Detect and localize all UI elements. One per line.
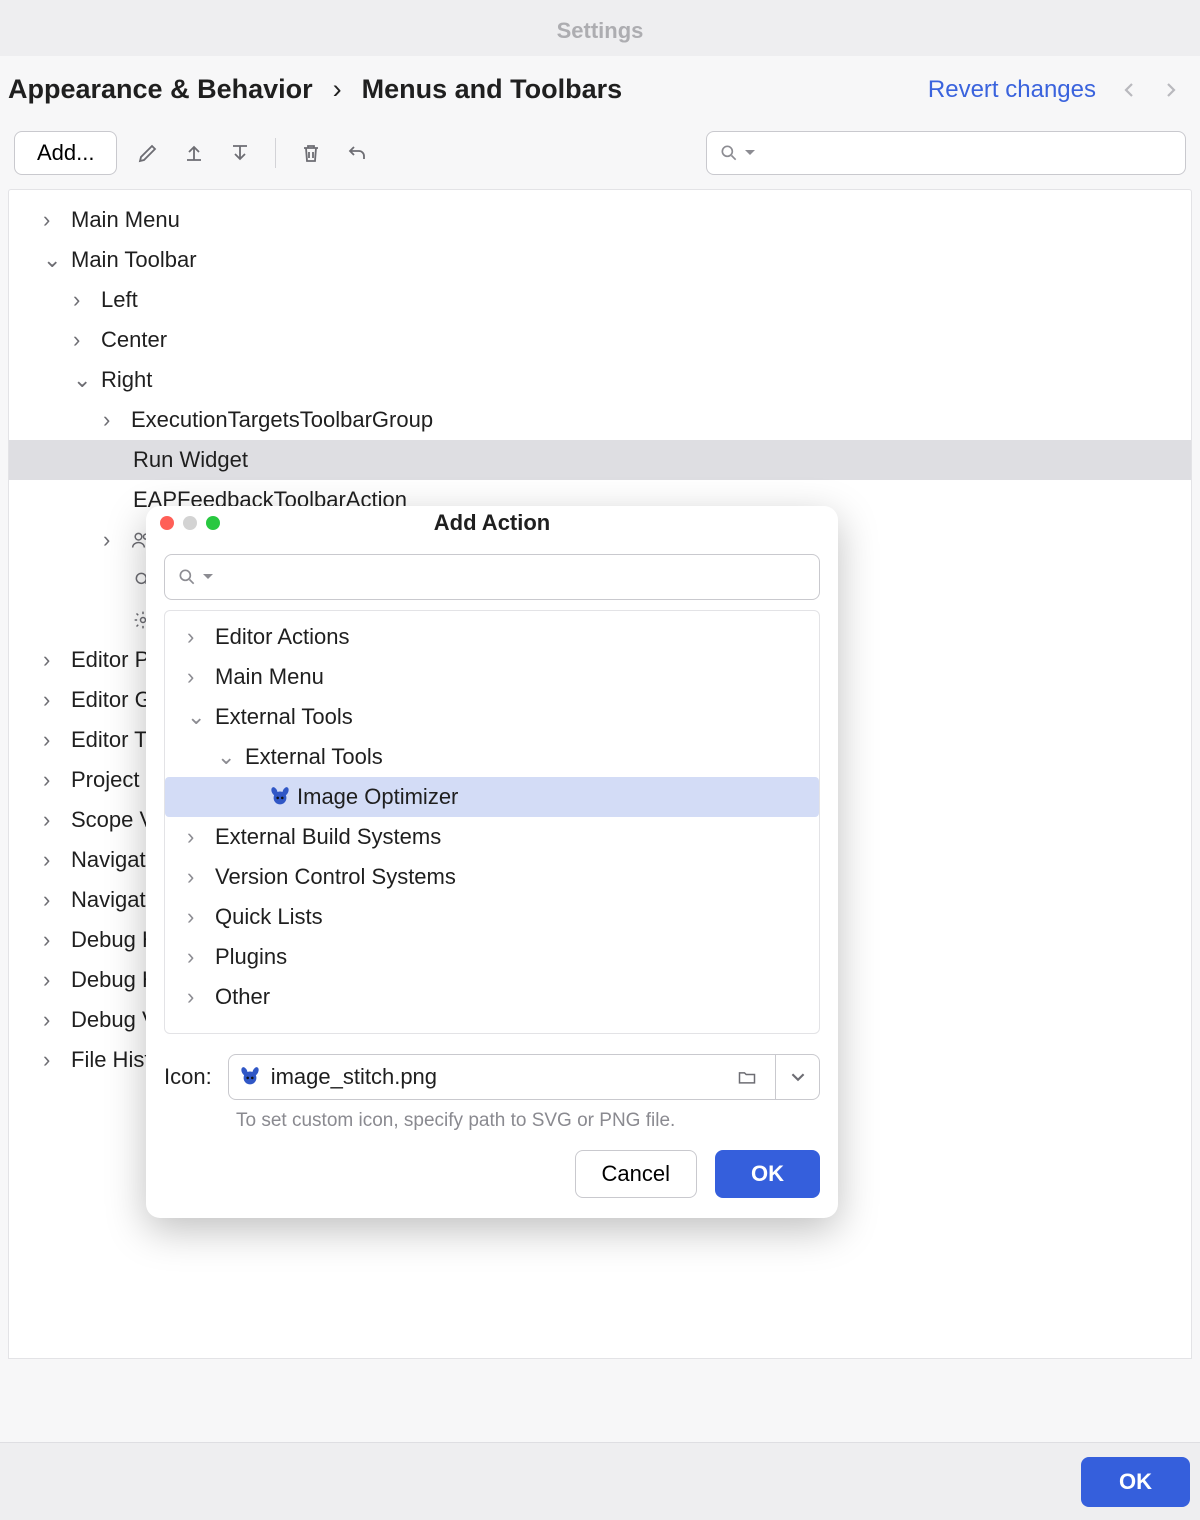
tree-item[interactable]: Main Menu	[71, 207, 180, 233]
dialog-search-input[interactable]	[164, 554, 820, 600]
chevron-right-icon[interactable]: ›	[43, 727, 59, 753]
revert-link[interactable]: Revert changes	[928, 76, 1096, 104]
chevron-right-icon[interactable]: ›	[43, 847, 59, 873]
stitch-icon	[269, 786, 291, 808]
tree-item[interactable]: Project	[71, 767, 139, 793]
tree-item[interactable]: Editor G	[71, 687, 152, 713]
chevron-right-icon[interactable]: ›	[43, 1047, 59, 1073]
chevron-right-icon[interactable]: ›	[187, 624, 203, 650]
chevron-right-icon[interactable]: ›	[43, 767, 59, 793]
tree-item[interactable]: Main Menu	[215, 664, 324, 690]
tree-item[interactable]: Main Toolbar	[71, 247, 197, 273]
chevron-right-icon[interactable]: ›	[43, 807, 59, 833]
chevron-right-icon[interactable]: ›	[43, 967, 59, 993]
tree-item[interactable]: Other	[215, 984, 270, 1010]
tree-item[interactable]: External Build Systems	[215, 824, 441, 850]
chevron-right-icon[interactable]: ›	[187, 864, 203, 890]
window-title: Settings	[0, 0, 1200, 56]
add-action-dialog: Add Action › Editor Actions › Main Menu ⌄ E…	[146, 506, 838, 1218]
forward-icon[interactable]	[1158, 77, 1184, 103]
trash-icon[interactable]	[298, 140, 324, 166]
back-icon[interactable]	[1116, 77, 1142, 103]
edit-icon[interactable]	[135, 140, 161, 166]
tree-item[interactable]: External Tools	[215, 704, 353, 730]
cancel-button[interactable]: Cancel	[575, 1150, 697, 1198]
chevron-right-icon[interactable]: ›	[43, 207, 59, 233]
chevron-right-icon[interactable]: ›	[187, 664, 203, 690]
tree-item[interactable]: Editor Actions	[215, 624, 350, 650]
chevron-right-icon[interactable]: ›	[187, 984, 203, 1010]
tree-item[interactable]: Debug H	[71, 927, 158, 953]
icon-label: Icon:	[164, 1064, 212, 1090]
tree-item[interactable]: Debug H	[71, 967, 158, 993]
dialog-title: Add Action	[146, 510, 838, 536]
tree-item[interactable]: Center	[101, 327, 167, 353]
separator	[275, 138, 276, 168]
tree-item[interactable]: Version Control Systems	[215, 864, 456, 890]
chevron-right-icon[interactable]: ›	[43, 1007, 59, 1033]
chevron-right-icon[interactable]: ›	[43, 927, 59, 953]
tree-item[interactable]: ExecutionTargetsToolbarGroup	[131, 407, 433, 433]
tree-item[interactable]: Editor T	[71, 727, 148, 753]
action-tree[interactable]: › Editor Actions › Main Menu ⌄ External Too…	[164, 610, 820, 1034]
footer: OK	[0, 1442, 1200, 1520]
move-up-icon[interactable]	[181, 140, 207, 166]
icon-path-input[interactable]: image_stitch.png	[228, 1054, 776, 1100]
dropdown-icon[interactable]	[776, 1054, 820, 1100]
chevron-down-icon[interactable]: ⌄	[187, 704, 203, 730]
chevron-right-icon: ›	[333, 74, 342, 105]
tree-item[interactable]: Quick Lists	[215, 904, 323, 930]
chevron-right-icon[interactable]: ›	[73, 287, 89, 313]
tree-item[interactable]: File Hist	[71, 1047, 150, 1073]
tree-item[interactable]: Left	[101, 287, 138, 313]
tree-item[interactable]: Plugins	[215, 944, 287, 970]
add-button[interactable]: Add...	[14, 131, 117, 175]
tree-item-selected[interactable]: Image Optimizer	[297, 784, 458, 810]
search-input[interactable]	[706, 131, 1186, 175]
tree-item[interactable]: Navigat	[71, 887, 146, 913]
icon-path-value: image_stitch.png	[271, 1064, 719, 1090]
tree-item[interactable]: Scope V	[71, 807, 154, 833]
chevron-right-icon[interactable]: ›	[73, 327, 89, 353]
move-down-icon[interactable]	[227, 140, 253, 166]
chevron-right-icon[interactable]: ›	[43, 887, 59, 913]
breadcrumb: Appearance & Behavior › Menus and Toolba…	[8, 74, 916, 105]
stitch-icon	[239, 1066, 261, 1088]
chevron-right-icon[interactable]: ›	[43, 647, 59, 673]
chevron-right-icon[interactable]: ›	[43, 687, 59, 713]
chevron-right-icon[interactable]: ›	[187, 904, 203, 930]
icon-hint: To set custom icon, specify path to SVG …	[146, 1100, 838, 1132]
chevron-right-icon[interactable]: ›	[103, 407, 119, 433]
tree-item[interactable]: Navigat	[71, 847, 146, 873]
chevron-right-icon[interactable]: ›	[103, 527, 119, 553]
chevron-down-icon[interactable]: ⌄	[73, 367, 89, 393]
chevron-down-icon[interactable]: ⌄	[43, 247, 59, 273]
undo-icon[interactable]	[344, 140, 370, 166]
tree-item[interactable]: Debug V	[71, 1007, 157, 1033]
tree-item[interactable]: Editor P	[71, 647, 149, 673]
breadcrumb-l2[interactable]: Menus and Toolbars	[362, 74, 623, 105]
tree-item[interactable]: Right	[101, 367, 152, 393]
breadcrumb-l1[interactable]: Appearance & Behavior	[8, 74, 313, 105]
tree-item[interactable]: External Tools	[245, 744, 383, 770]
chevron-down-icon[interactable]: ⌄	[217, 744, 233, 770]
ok-button[interactable]: OK	[1081, 1457, 1190, 1507]
tree-item-selected[interactable]: Run Widget	[133, 447, 248, 473]
folder-icon[interactable]	[729, 1067, 765, 1087]
chevron-right-icon[interactable]: ›	[187, 944, 203, 970]
chevron-right-icon[interactable]: ›	[187, 824, 203, 850]
ok-button[interactable]: OK	[715, 1150, 820, 1198]
